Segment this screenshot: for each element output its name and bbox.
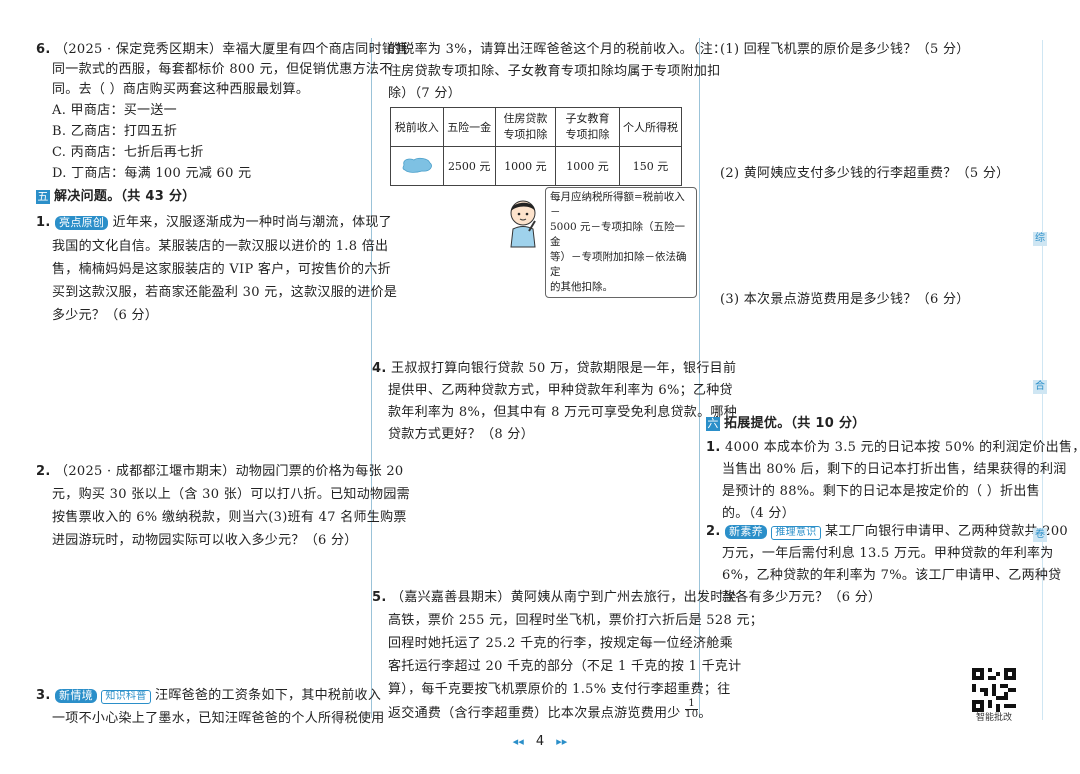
table-header-cell: 五险一金 — [442, 107, 496, 147]
qr-label: 智能批改 — [975, 713, 1012, 723]
question-number: 1. — [706, 440, 721, 455]
question-text-line: 算），每千克要按飞机票原价的 1.5% 支付行李超重费；往 — [388, 682, 731, 697]
bubble-line: 每月应纳税所得额=税前收入－ — [550, 191, 685, 218]
question-text-line: （2025 · 成都都江堰市期末）动物园门票的价格为每张 20 — [55, 464, 404, 479]
page-number: 4 — [535, 734, 545, 749]
badge-knowledge: 知识科普 — [101, 690, 151, 704]
section-heading-5: 五解决问题。（共 43 分） — [36, 189, 196, 205]
question-text-line: 多少元？（6 分） — [52, 308, 159, 323]
question-text-line: 的。（4 分） — [722, 506, 796, 521]
option-c: C. 丙商店：七折后再七折 — [52, 145, 204, 160]
option-b: B. 乙商店：打四五折 — [52, 124, 178, 139]
qr-code[interactable]: 智能批改 — [970, 668, 1018, 726]
question-text-line: 款年利率为 8%，但其中有 8 万元可享受免利息贷款。哪种 — [388, 405, 737, 420]
student-cartoon-icon — [510, 200, 536, 248]
table-row: 2500 元 1000 元 1000 元 150 元 — [390, 146, 682, 186]
table-cell: 1000 元 — [494, 146, 557, 186]
question-number: 3. — [36, 688, 51, 703]
question-text-line: 某工厂向银行申请甲、乙两种贷款共 200 — [825, 524, 1068, 539]
fraction: 1 10 — [685, 699, 699, 720]
question-text-line: 高铁，票价 255 元，回程时坐飞机，票价打六折后是 528 元； — [388, 613, 764, 628]
table-cell: 2500 元 — [442, 146, 496, 186]
question-text-line: 当售出 80% 后，剩下的日记本打折出售，结果获得的利润 — [722, 462, 1067, 477]
question-text-line: 汪晖爸爸的工资条如下，其中税前收入 — [155, 688, 382, 703]
question-text-line: 除）（7 分） — [388, 86, 462, 101]
option-d: D. 丁商店：每满 100 元减 60 元 — [52, 166, 252, 181]
ink-blot-cell — [390, 146, 444, 186]
table-header-cell: 个人所得税 — [619, 107, 682, 147]
section-title: 拓展提优。（共 10 分） — [724, 416, 866, 431]
prev-page-icon[interactable]: ◂◂ — [513, 735, 524, 748]
subquestion-3: (3) 本次景点游览费用是多少钱？（6 分） — [720, 292, 970, 307]
question-text-line: 住房贷款专项扣除、子女教育专项扣除均属于专项附加扣 — [388, 64, 721, 79]
question-text-line: （嘉兴嘉善县期末）黄阿姨从南宁到广州去旅行，出发时坐 — [391, 590, 737, 605]
question-text-line: 返交通费（含行李超重费）比本次景点游览费用少 — [388, 706, 681, 721]
question-text-line: 我国的文化自信。某服装店的一款汉服以进价的 1.8 倍出 — [52, 239, 389, 254]
question-text-line: 买到这款汉服，若商家还能盈利 30 元，这款汉服的进价是 — [52, 285, 398, 300]
sentence-end: 。 — [698, 706, 712, 721]
question-text-line: 6%，乙种贷款的年利率为 7%。该工厂申请甲、乙两种贷 — [722, 568, 1062, 583]
question-text-line: 款各有多少万元？（6 分） — [722, 590, 882, 605]
tax-formula-bubble: 每月应纳税所得额=税前收入－ 5000 元－专项扣除（五险一金 等）－专项附加扣… — [545, 187, 697, 298]
question-number: 6. — [36, 42, 51, 57]
table-cell: 150 元 — [619, 146, 682, 186]
badge-new-context: 新情境 — [55, 689, 97, 703]
question-text-line: 的税率为 3%，请算出汪晖爸爸这个月的税前收入。（注： — [388, 42, 727, 57]
section-number: 六 — [706, 417, 720, 431]
side-tab: 卷 — [1033, 528, 1047, 542]
subquestion-2: (2) 黄阿姨应支付多少钱的行李超重费？（5 分） — [720, 166, 1010, 181]
question-text-line: 贷款方式更好？（8 分） — [388, 427, 535, 442]
table-header-cell: 住房贷款 专项扣除 — [494, 107, 557, 147]
page-footer: ◂◂ 4 ▸▸ — [0, 734, 1080, 749]
question-text-line: 近年来，汉服逐渐成为一种时尚与潮流，体现了 — [112, 215, 392, 230]
option-a: A. 甲商店：买一送一 — [52, 103, 177, 118]
question-text-line: （2025 · 保定竞秀区期末）幸福大厦里有四个商店同时销售 — [55, 42, 409, 57]
badge-reasoning: 推理意识 — [771, 526, 821, 540]
question-text-line: 一项不小心染上了墨水，已知汪晖爸爸的个人所得税使用 — [52, 711, 385, 726]
table-header-cell: 税前收入 — [390, 107, 444, 147]
section-title: 解决问题。（共 43 分） — [54, 189, 196, 204]
table-header-row: 税前收入 五险一金 住房贷款 专项扣除 子女教育 专项扣除 个人所得税 — [390, 107, 682, 147]
bubble-line: 等）－专项附加扣除－依法确定 — [550, 251, 687, 278]
subquestion-1: (1) 回程飞机票的原价是多少钱？（5 分） — [720, 42, 970, 57]
question-number: 5. — [372, 590, 387, 605]
question-text-line: 售，楠楠妈妈是这家服装店的 VIP 客户，可按售价的六折 — [52, 262, 391, 277]
question-number: 2. — [706, 524, 721, 539]
bubble-line: 5000 元－专项扣除（五险一金 — [550, 221, 686, 248]
question-text-line: 客托运行李超过 20 千克的部分（不足 1 千克的按 1 千克计 — [388, 659, 742, 674]
badge-original: 亮点原创 — [55, 216, 109, 230]
question-text-line: 同。去（ ）商店购买两套这种西服最划算。 — [52, 82, 310, 97]
question-text-line: 王叔叔打算向银行贷款 50 万，贷款期限是一年，银行目前 — [391, 361, 737, 376]
question-text-line: 回程时她托运了 25.2 千克的行李，按规定每一位经济舱乘 — [388, 636, 733, 651]
question-text-line: 进园游玩时，动物园实际可以收入多少元？（6 分） — [52, 533, 358, 548]
question-number: 4. — [372, 361, 387, 376]
column-divider-left — [371, 38, 372, 718]
table-cell: 1000 元 — [555, 146, 621, 186]
fraction-denominator: 10 — [685, 709, 699, 720]
badge-new-literacy: 新素养 — [725, 525, 767, 539]
question-text-line: 提供甲、乙两种贷款方式，甲种贷款年利率为 6%；乙种贷 — [388, 383, 733, 398]
bubble-line: 的其他扣除。 — [550, 281, 613, 293]
question-text-line: 按售票收入的 6% 缴纳税款，则当六(3)班有 47 名师生购票 — [52, 510, 407, 525]
question-number: 2. — [36, 464, 51, 479]
table-header-cell: 子女教育 专项扣除 — [555, 107, 621, 147]
question-number: 1. — [36, 215, 51, 230]
section-heading-6: 六拓展提优。（共 10 分） — [706, 416, 866, 432]
question-text-line: 同一款式的西服，每套都标价 800 元，但促销优惠方法不 — [52, 62, 393, 77]
question-text-line: 是预计的 88%。剩下的日记本是按定价的（ ）折出售 — [722, 484, 1040, 499]
ink-blot-icon — [402, 157, 432, 173]
question-text-line: 万元，一年后需付利息 13.5 万元。甲种贷款的年利率为 — [722, 546, 1054, 561]
question-text-line: 4000 本成本价为 3.5 元的日记本按 50% 的利润定价出售， — [725, 440, 1080, 455]
qr-code-icon — [972, 668, 1016, 712]
section-number: 五 — [36, 190, 50, 204]
side-tab: 综 — [1033, 232, 1047, 246]
side-tab: 合 — [1033, 380, 1047, 394]
question-text-line: 元，购买 30 张以上（含 30 张）可以打八折。已知动物园需 — [52, 487, 410, 502]
salary-table: 税前收入 五险一金 住房贷款 专项扣除 子女教育 专项扣除 个人所得税 2500… — [390, 107, 682, 186]
next-page-icon[interactable]: ▸▸ — [556, 735, 567, 748]
